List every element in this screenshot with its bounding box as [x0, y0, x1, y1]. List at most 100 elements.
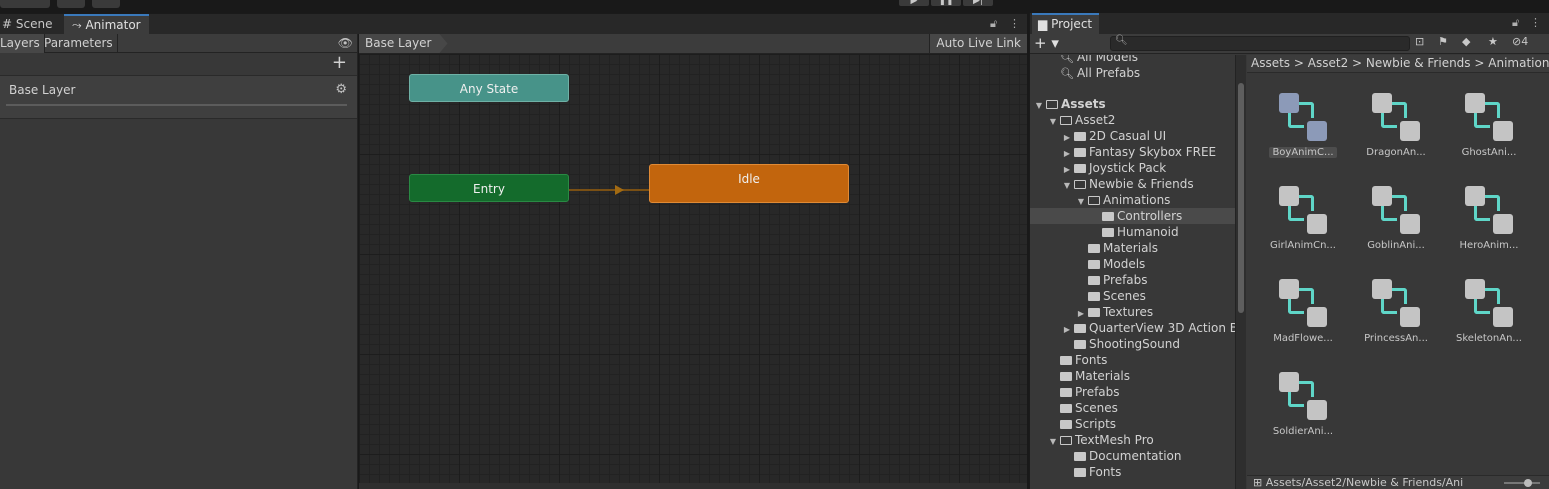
folder-open-icon — [1088, 196, 1100, 205]
tree-item[interactable]: ▼ TextMesh Pro — [1030, 432, 1235, 448]
hidden-packages-icon[interactable]: ⊘4 — [1512, 35, 1528, 48]
graph-scrollbar[interactable] — [359, 483, 1027, 489]
breadcrumb-item[interactable]: Animations — [1488, 56, 1549, 70]
entry-node[interactable]: Entry — [409, 174, 569, 202]
filter-icon[interactable]: ⚑ — [1438, 35, 1448, 48]
tree-item[interactable]: Scripts — [1030, 416, 1235, 432]
tree-item[interactable]: 🔍︎ All Models — [1030, 55, 1235, 65]
layer-weight-slider[interactable] — [6, 104, 347, 106]
tree-item[interactable]: ▶ Textures — [1030, 304, 1235, 320]
tree-item[interactable]: Fonts — [1030, 464, 1235, 480]
transition-line[interactable] — [569, 189, 649, 191]
tab-parameters[interactable]: Parameters — [40, 34, 118, 53]
tree-item[interactable]: Humanoid — [1030, 224, 1235, 240]
folder-icon — [1074, 164, 1086, 173]
animator-controller-icon — [1372, 93, 1420, 141]
account-button[interactable] — [0, 0, 50, 8]
tree-item[interactable]: Prefabs — [1030, 384, 1235, 400]
asset-item[interactable]: SoldierAni... — [1259, 362, 1347, 452]
icon-connector — [1391, 102, 1407, 118]
animator-controller-icon — [1279, 186, 1327, 234]
animator-controller-icon — [1465, 93, 1513, 141]
search-input[interactable]: 🔍︎ — [1110, 35, 1410, 51]
tree-item[interactable]: Controllers — [1030, 208, 1235, 224]
tab-scene[interactable]: # Scene — [0, 14, 60, 35]
asset-item[interactable]: GhostAni... — [1445, 83, 1533, 173]
add-layer-button[interactable]: + — [332, 52, 347, 73]
layer-name: Base Layer — [9, 83, 76, 97]
gear-icon[interactable]: ⚙ — [335, 82, 347, 97]
tree-item[interactable]: Models — [1030, 256, 1235, 272]
tree-item[interactable]: Prefabs — [1030, 272, 1235, 288]
any-state-node[interactable]: Any State — [409, 74, 569, 102]
tree-item[interactable]: ▶ QuarterView 3D Action BE — [1030, 320, 1235, 336]
search-by-type-icon[interactable]: ⊡ — [1415, 35, 1424, 48]
step-icon[interactable]: ▶| — [963, 0, 993, 6]
icon-node — [1307, 307, 1327, 327]
tree-item-label: Fonts — [1075, 353, 1108, 367]
create-button[interactable]: + ▾ — [1034, 34, 1059, 52]
tree-scroll-thumb[interactable] — [1238, 83, 1244, 313]
asset-item[interactable]: HeroAnim... — [1445, 176, 1533, 266]
animator-controller-icon — [1372, 279, 1420, 327]
tree-item-label: Animations — [1103, 193, 1171, 207]
transition-arrow-icon — [615, 185, 624, 195]
tree-item[interactable]: Materials — [1030, 240, 1235, 256]
breadcrumb[interactable]: Base Layer — [359, 34, 448, 53]
tab-layers[interactable]: Layers — [0, 34, 45, 53]
lock-icon[interactable]: 🔓︎ — [990, 17, 997, 31]
main-toolbar: ▶ ❚❚ ▶| — [0, 0, 1549, 13]
tree-item[interactable]: ▼ Animations — [1030, 192, 1235, 208]
tree-item[interactable]: ▶ Fantasy Skybox FREE — [1030, 144, 1235, 160]
lock-icon[interactable]: 🔓︎ — [1512, 16, 1519, 30]
tree-item[interactable]: ▼ Newbie & Friends — [1030, 176, 1235, 192]
cloud-button[interactable] — [57, 0, 85, 8]
tree-item[interactable]: Documentation — [1030, 448, 1235, 464]
favorite-star-icon[interactable]: ★ — [1488, 35, 1498, 48]
breadcrumb-item[interactable]: Assets — [1251, 56, 1290, 70]
tree-scrollbar[interactable] — [1236, 55, 1246, 489]
icon-node — [1279, 93, 1299, 113]
pause-icon[interactable]: ❚❚ — [931, 0, 961, 6]
tree-item[interactable]: ▶ Joystick Pack — [1030, 160, 1235, 176]
asset-label: BoyAnimC... — [1269, 147, 1337, 158]
label-icon[interactable]: ◆ — [1462, 35, 1470, 48]
tree-item[interactable]: 🔍︎ All Prefabs — [1030, 65, 1235, 81]
tab-project[interactable]: ▆ Project — [1032, 13, 1100, 34]
tab-animator[interactable]: ⤳ Animator — [64, 14, 149, 35]
asset-item[interactable]: DragonAn... — [1352, 83, 1440, 173]
tree-item[interactable]: Materials — [1030, 368, 1235, 384]
tree-item[interactable]: ShootingSound — [1030, 336, 1235, 352]
idle-state-node[interactable]: Idle — [649, 164, 849, 203]
layers-panel-tabs: Layers Parameters 👁︎ — [0, 34, 357, 53]
layer-item[interactable]: Base Layer ⚙ — [0, 75, 357, 119]
tree-item[interactable]: Scenes — [1030, 288, 1235, 304]
asset-item[interactable]: GoblinAni... — [1352, 176, 1440, 266]
breadcrumb-item[interactable]: Asset2 — [1308, 56, 1348, 70]
tree-item[interactable]: ▶ 2D Casual UI — [1030, 128, 1235, 144]
asset-item[interactable]: BoyAnimC... — [1259, 83, 1347, 173]
tree-item[interactable]: Scenes — [1030, 400, 1235, 416]
asset-item[interactable]: PrincessAn... — [1352, 269, 1440, 359]
more-menu-icon[interactable]: ⋮ — [1009, 17, 1020, 30]
asset-item[interactable]: SkeletonAn... — [1445, 269, 1533, 359]
icon-size-slider[interactable] — [1504, 479, 1540, 487]
asset-item[interactable]: MadFlowe... — [1259, 269, 1347, 359]
controller-icon: ⊞ — [1253, 476, 1263, 489]
eye-icon[interactable]: 👁︎ — [338, 36, 353, 50]
play-icon[interactable]: ▶ — [899, 0, 929, 6]
animator-graph[interactable]: Base Layer Auto Live Link Any State Entr… — [359, 34, 1027, 489]
auto-live-link-button[interactable]: Auto Live Link — [929, 34, 1027, 53]
more-menu-icon[interactable]: ⋮ — [1530, 16, 1541, 29]
tree-item[interactable]: Fonts — [1030, 352, 1235, 368]
slider-thumb[interactable] — [1524, 479, 1532, 487]
settings-button[interactable] — [92, 0, 120, 8]
tree-item[interactable]: ▼ Assets — [1030, 96, 1235, 112]
tree-item-label: 2D Casual UI — [1089, 129, 1167, 143]
icon-node — [1307, 214, 1327, 234]
tree-item-label: Materials — [1075, 369, 1131, 383]
breadcrumb-item[interactable]: Newbie & Friends — [1366, 56, 1471, 70]
tree-item[interactable]: ▼ Asset2 — [1030, 112, 1235, 128]
search-icon: 🔍︎ — [1060, 67, 1074, 80]
asset-item[interactable]: GirlAnimCn... — [1259, 176, 1347, 266]
